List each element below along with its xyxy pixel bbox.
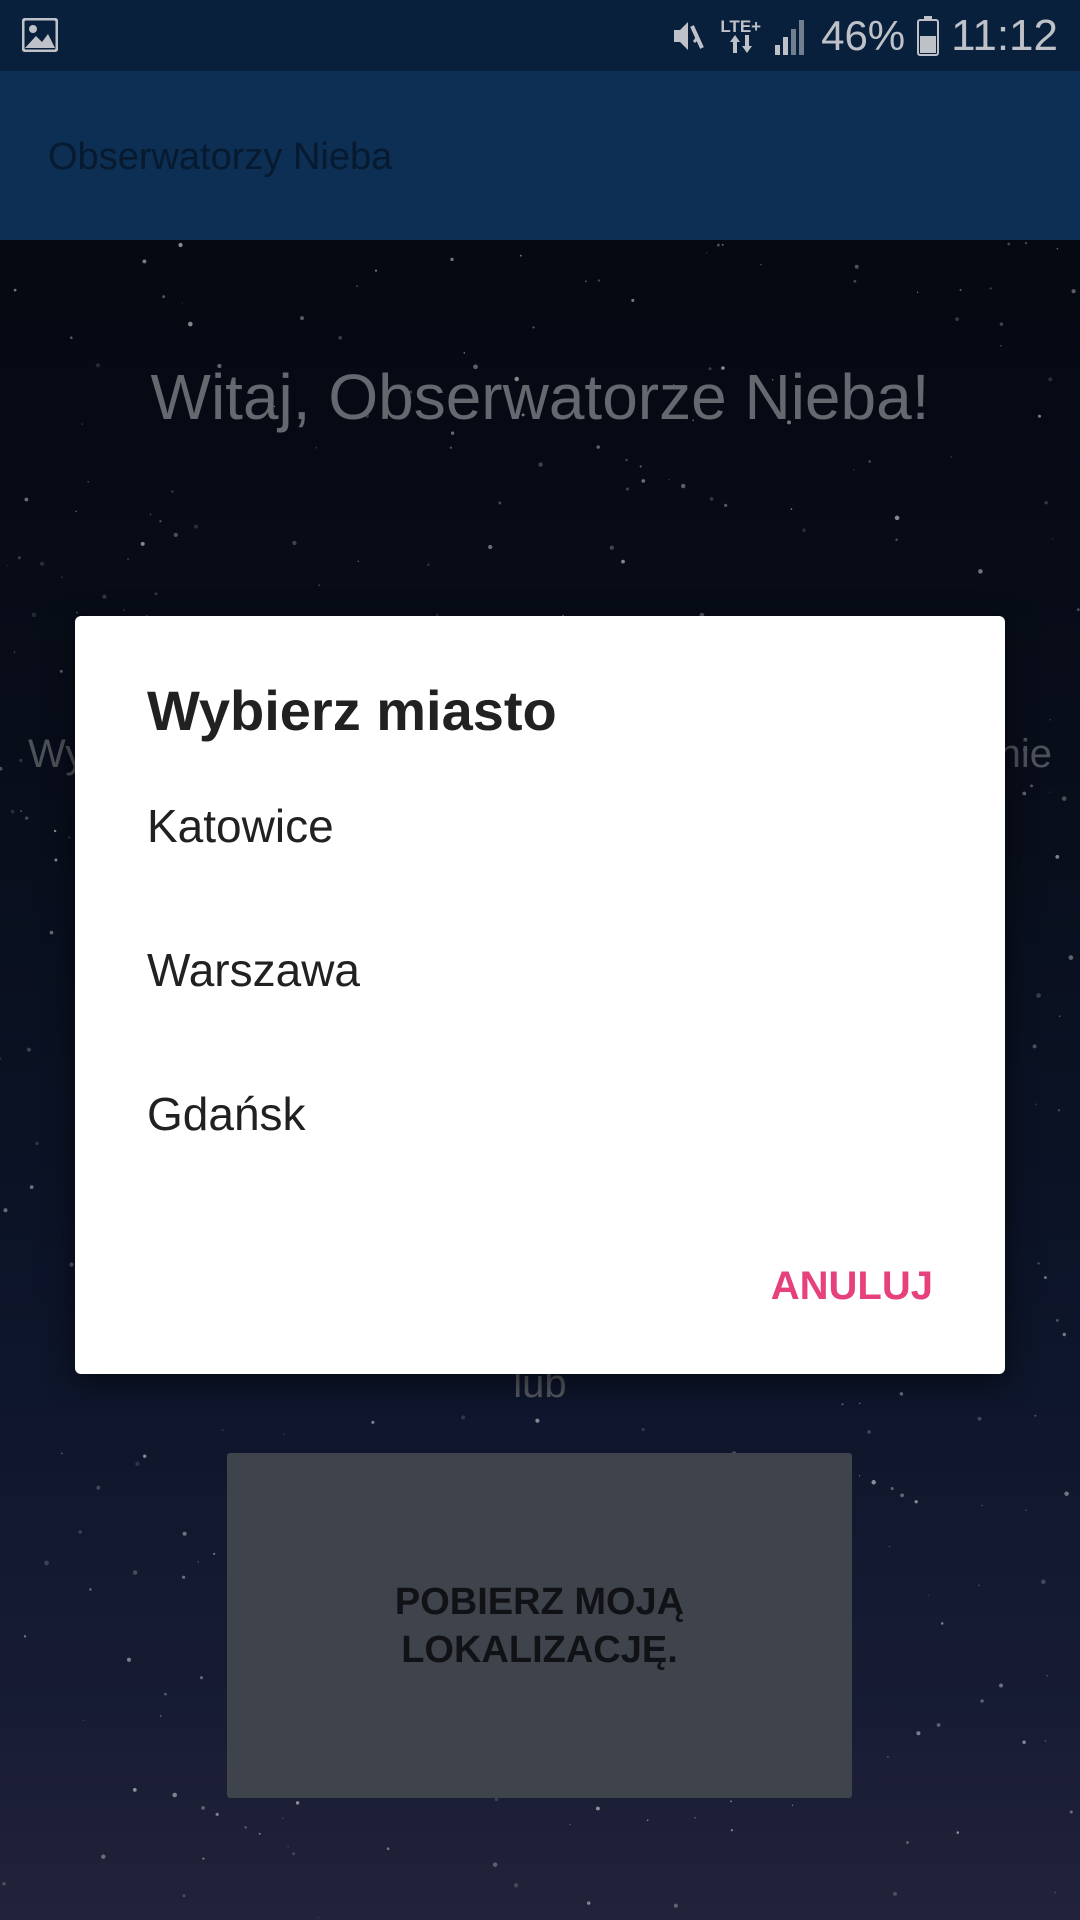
city-option-label: Warszawa (147, 944, 360, 996)
city-option-label: Katowice (147, 800, 334, 852)
city-picker-dialog: Wybierz miasto Katowice Warszawa Gdańsk … (75, 616, 1005, 1374)
dialog-title: Wybierz miasto (147, 679, 557, 742)
city-option-label: Gdańsk (147, 1088, 306, 1140)
city-option-warszawa[interactable]: Warszawa (75, 898, 1005, 1042)
cancel-button[interactable]: ANULUJ (747, 1246, 957, 1326)
city-option-katowice[interactable]: Katowice (75, 754, 1005, 898)
city-option-gdansk[interactable]: Gdańsk (75, 1042, 1005, 1186)
